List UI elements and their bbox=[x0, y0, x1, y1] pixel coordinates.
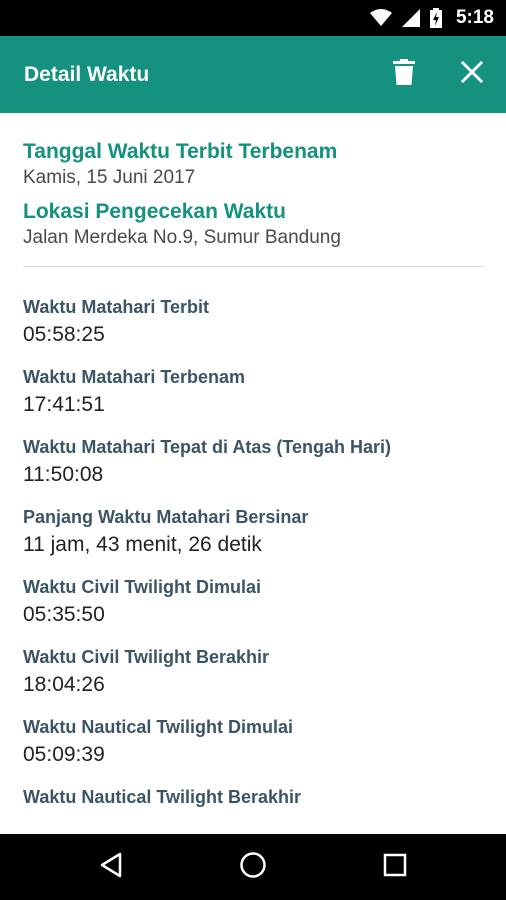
detail-list: Waktu Matahari Terbit 05:58:25 Waktu Mat… bbox=[0, 267, 506, 809]
detail-value: 18:04:26 bbox=[23, 673, 105, 696]
detail-value: 11 jam, 43 menit, 26 detik bbox=[23, 533, 262, 556]
detail-label: Waktu Matahari Tepat di Atas (Tengah Har… bbox=[23, 437, 392, 457]
cell-signal-icon bbox=[401, 9, 420, 27]
detail-label: Waktu Civil Twilight Berakhir bbox=[23, 647, 270, 667]
detail-label: Waktu Civil Twilight Dimulai bbox=[23, 577, 262, 597]
detail-label: Panjang Waktu Matahari Bersinar bbox=[23, 507, 309, 527]
delete-icon bbox=[393, 59, 415, 90]
battery-charging-icon bbox=[429, 8, 442, 28]
detail-item: Waktu Civil Twilight Berakhir 18:04:26 bbox=[23, 645, 483, 701]
detail-label: Waktu Matahari Terbenam bbox=[23, 367, 246, 387]
detail-value: 05:58:25 bbox=[23, 323, 105, 346]
location-heading: Lokasi Pengecekan Waktu bbox=[23, 200, 286, 223]
detail-item: Waktu Matahari Terbenam 17:41:51 bbox=[23, 365, 483, 421]
delete-button[interactable] bbox=[380, 51, 428, 99]
status-time: 5:18 bbox=[455, 7, 494, 28]
system-nav-bar bbox=[0, 834, 506, 900]
page-title: Detail Waktu bbox=[24, 62, 150, 86]
recents-button[interactable] bbox=[365, 837, 425, 897]
detail-value: 05:35:50 bbox=[23, 603, 105, 626]
summary-section: Tanggal Waktu Terbit Terbenam Kamis, 15 … bbox=[0, 113, 506, 251]
detail-item: Waktu Nautical Twilight Berakhir bbox=[23, 785, 483, 809]
detail-item: Waktu Civil Twilight Dimulai 05:35:50 bbox=[23, 575, 483, 631]
close-icon bbox=[460, 60, 484, 88]
detail-item: Waktu Matahari Terbit 05:58:25 bbox=[23, 295, 483, 351]
detail-label: Waktu Matahari Terbit bbox=[23, 297, 210, 317]
app-bar: Detail Waktu bbox=[0, 36, 506, 113]
detail-item: Waktu Nautical Twilight Dimulai 05:09:39 bbox=[23, 715, 483, 771]
content: Tanggal Waktu Terbit Terbenam Kamis, 15 … bbox=[0, 113, 506, 834]
detail-item: Panjang Waktu Matahari Bersinar 11 jam, … bbox=[23, 505, 483, 561]
detail-value: 05:09:39 bbox=[23, 743, 105, 766]
detail-item: Waktu Matahari Tepat di Atas (Tengah Har… bbox=[23, 435, 483, 491]
status-bar: 5:18 bbox=[0, 0, 506, 36]
wifi-icon bbox=[369, 9, 392, 27]
location-value: Jalan Merdeka No.9, Sumur Bandung bbox=[23, 227, 341, 248]
detail-label: Waktu Nautical Twilight Dimulai bbox=[23, 717, 294, 737]
home-button[interactable] bbox=[223, 837, 283, 897]
date-heading: Tanggal Waktu Terbit Terbenam bbox=[23, 140, 338, 163]
detail-value: 17:41:51 bbox=[23, 393, 105, 416]
home-icon bbox=[239, 851, 267, 884]
recents-icon bbox=[383, 853, 407, 882]
back-icon bbox=[99, 852, 123, 883]
date-value: Kamis, 15 Juni 2017 bbox=[23, 167, 196, 188]
detail-label: Waktu Nautical Twilight Berakhir bbox=[23, 787, 302, 807]
detail-value: 11:50:08 bbox=[23, 463, 104, 486]
back-button[interactable] bbox=[81, 837, 141, 897]
close-button[interactable] bbox=[448, 51, 496, 99]
